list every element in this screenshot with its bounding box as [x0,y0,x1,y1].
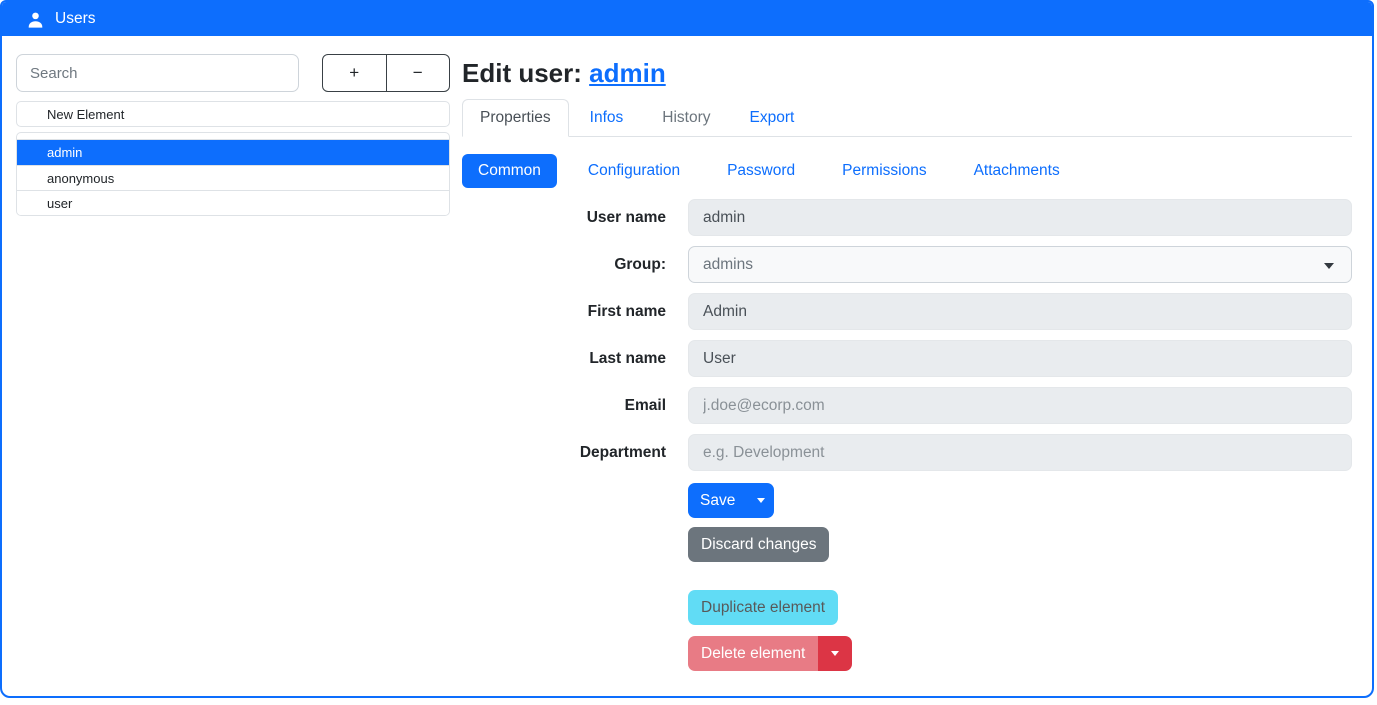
duplicate-element-button[interactable]: Duplicate element [688,590,838,625]
form-row-firstname: First name [462,293,1352,330]
tab-export[interactable]: Export [732,99,813,137]
list-item-user[interactable]: user [17,190,449,215]
lastname-label: Last name [462,350,666,368]
username-field[interactable] [688,199,1352,236]
tab-infos[interactable]: Infos [572,99,642,137]
caret-down-icon [757,498,765,503]
add-element-button[interactable]: + [322,54,387,92]
group-select-value: admins [703,256,753,274]
search-input[interactable] [16,54,299,92]
page-title: Edit user: admin [462,58,1352,89]
user-list: admin anonymous user [16,132,450,216]
save-dropdown-toggle[interactable] [747,483,774,518]
caret-down-icon [831,651,839,656]
form-row-username: User name [462,199,1352,236]
firstname-field[interactable] [688,293,1352,330]
subtab-password[interactable]: Password [711,154,811,188]
person-icon [27,11,44,28]
action-buttons: Save Discard changes Duplicate element D… [688,483,1352,671]
delete-dropdown-toggle[interactable] [818,636,852,671]
firstname-label: First name [462,303,666,321]
list-item-new-element[interactable]: New Element [16,101,450,127]
form-row-email: Email [462,387,1352,424]
save-button[interactable]: Save [688,483,747,518]
list-toolbar: + − [322,54,450,92]
tab-properties[interactable]: Properties [462,99,569,137]
subtab-bar: Common Configuration Password Permission… [462,154,1352,188]
edited-user-link[interactable]: admin [589,58,666,88]
form-row-lastname: Last name [462,340,1352,377]
tab-bar: Properties Infos History Export [462,99,1352,137]
group-label: Group: [462,256,666,274]
subtab-common[interactable]: Common [462,154,557,188]
form-row-department: Department [462,434,1352,471]
department-field[interactable] [688,434,1352,471]
lastname-field[interactable] [688,340,1352,377]
subtab-configuration[interactable]: Configuration [572,154,696,188]
email-field[interactable] [688,387,1352,424]
remove-element-button[interactable]: − [386,54,451,92]
tab-history[interactable]: History [644,99,728,137]
group-select[interactable]: admins [688,246,1352,283]
list-item-anonymous[interactable]: anonymous [17,165,449,190]
app-title: Users [55,10,95,28]
delete-element-button[interactable]: Delete element [688,636,818,671]
list-item-admin[interactable]: admin [17,140,449,165]
app-window: Users + − New Element admin anonymous us… [0,0,1374,698]
subtab-attachments[interactable]: Attachments [958,154,1076,188]
department-label: Department [462,444,666,462]
list-spacer [17,133,449,140]
delete-split-button: Delete element [688,636,852,671]
sidebar: + − New Element admin anonymous user [2,54,450,671]
main-panel: Edit user: admin Properties Infos Histor… [450,54,1372,671]
save-split-button: Save [688,483,774,518]
app-header: Users [2,2,1372,36]
email-label: Email [462,397,666,415]
page-title-prefix: Edit user: [462,58,589,88]
chevron-down-icon [1324,263,1334,269]
user-form: User name Group: admins First name Last … [462,199,1352,471]
subtab-permissions[interactable]: Permissions [826,154,942,188]
discard-changes-button[interactable]: Discard changes [688,527,829,562]
form-row-group: Group: admins [462,246,1352,283]
username-label: User name [462,209,666,227]
